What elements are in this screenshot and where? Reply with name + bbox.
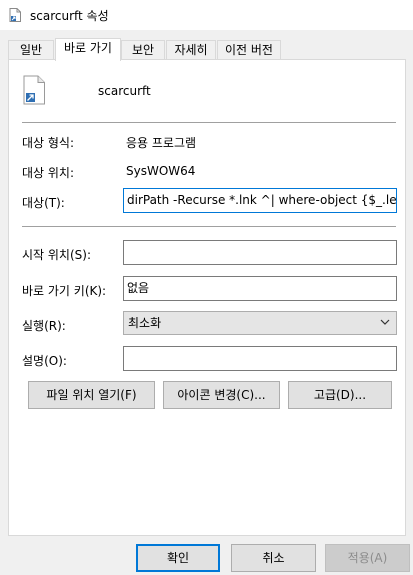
shortcut-file-icon	[23, 75, 45, 105]
run-label: 실행(R):	[22, 319, 66, 333]
title-bar: scarcurft 속성	[0, 0, 413, 30]
divider	[22, 122, 396, 123]
shortcut-file-icon	[9, 8, 21, 22]
chevron-down-icon	[380, 312, 390, 343]
run-select[interactable]: 최소화	[123, 311, 397, 335]
target-location-value: SysWOW64	[126, 164, 196, 178]
target-type-label: 대상 형식:	[22, 136, 75, 150]
cancel-button[interactable]: 취소	[231, 544, 316, 572]
shortcut-key-input[interactable]: 없음	[123, 276, 397, 301]
window-title: scarcurft 속성	[30, 9, 109, 23]
target-location-label: 대상 위치:	[22, 166, 75, 180]
comment-label: 설명(O):	[22, 354, 67, 368]
target-type-value: 응용 프로그램	[126, 136, 197, 150]
shortcut-key-label: 바로 가기 키(K):	[22, 284, 107, 298]
tab-security[interactable]: 보안	[121, 40, 165, 60]
start-in-label: 시작 위치(S):	[22, 248, 91, 262]
tab-strip: 일반 바로 가기 보안 자세히 이전 버전	[0, 38, 413, 61]
change-icon-button[interactable]: 아이콘 변경(C)...	[163, 381, 280, 409]
target-input[interactable]: dirPath -Recurse *.lnk ^| where-object {…	[123, 188, 397, 213]
comment-input[interactable]	[123, 346, 397, 371]
ok-button[interactable]: 확인	[136, 544, 220, 572]
start-in-input[interactable]	[123, 240, 397, 265]
divider	[22, 226, 396, 227]
open-file-location-button[interactable]: 파일 위치 열기(F)	[28, 381, 155, 409]
apply-button[interactable]: 적용(A)	[325, 544, 410, 572]
run-select-value: 최소화	[128, 316, 162, 330]
tab-previous-versions[interactable]: 이전 버전	[217, 40, 281, 60]
advanced-button[interactable]: 고급(D)...	[288, 381, 392, 409]
tab-shortcut[interactable]: 바로 가기	[55, 38, 121, 61]
tab-details[interactable]: 자세히	[166, 40, 216, 60]
tab-general[interactable]: 일반	[8, 40, 54, 60]
target-label: 대상(T):	[22, 196, 65, 210]
file-name: scarcurft	[98, 84, 151, 98]
